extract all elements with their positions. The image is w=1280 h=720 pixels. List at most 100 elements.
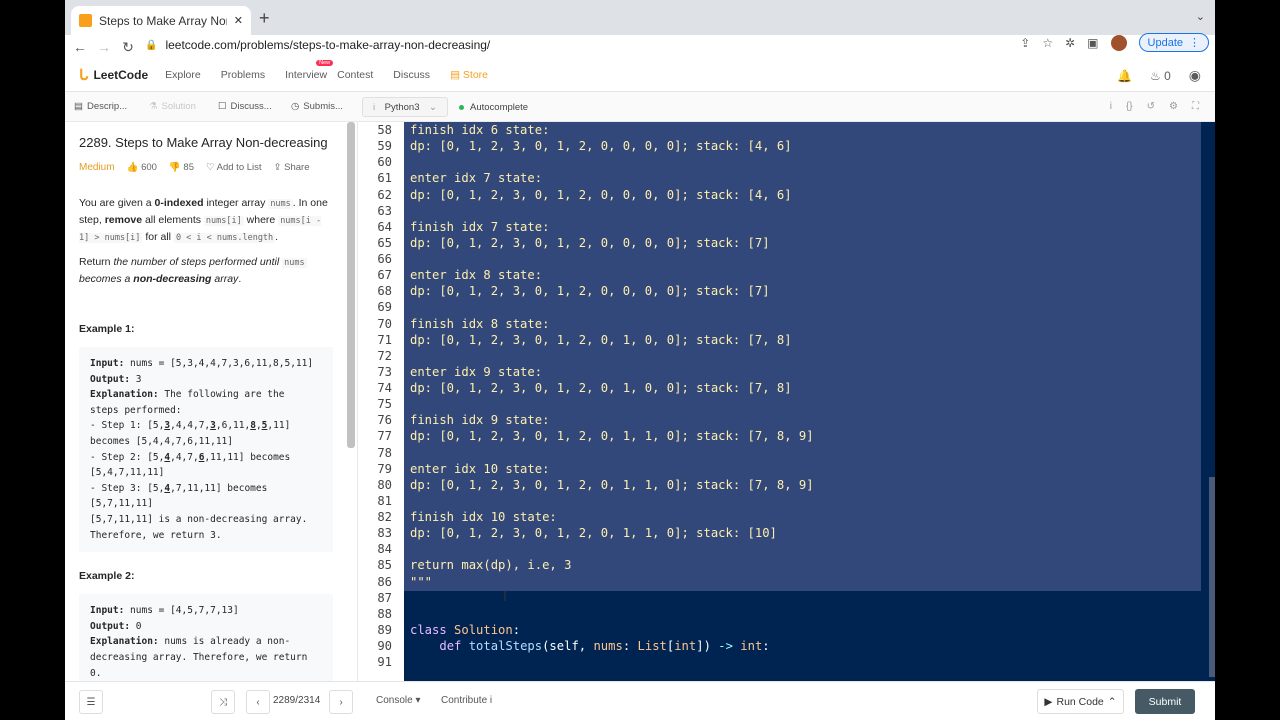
tab-solution[interactable]: ⚗ Solution	[149, 101, 196, 112]
notification-bell-icon[interactable]: 🔔	[1117, 69, 1132, 83]
code-editor[interactable]: 58 59 60 61 62 63 64 65 66 67 68 69 70 71 72 73 74 75 76 77…	[362, 122, 1215, 681]
random-problem-button[interactable]: ⤨	[211, 690, 235, 714]
braces-icon[interactable]: {}	[1126, 101, 1133, 112]
tab-discuss[interactable]: ☐ Discuss...	[218, 101, 272, 112]
contribute-link[interactable]: Contribute i	[441, 695, 492, 706]
line-number: 89	[377, 622, 392, 637]
browser-toolbar: ← → ↻ 🔒 leetcode.com/problems/steps-to-m…	[65, 33, 1215, 59]
settings-icon[interactable]: ⚙	[1169, 101, 1178, 112]
prev-problem-button[interactable]: ‹	[246, 690, 270, 714]
problem-title: 2289. Steps to Make Array Non-decreasing	[79, 135, 328, 150]
nav-discuss[interactable]: Discuss	[393, 69, 430, 81]
info-icon[interactable]: i	[1110, 101, 1112, 112]
fullscreen-icon[interactable]: ⛶	[1192, 101, 1199, 112]
nav-interview[interactable]: Interview New	[285, 60, 334, 81]
address-bar[interactable]: 🔒 leetcode.com/problems/steps-to-make-ar…	[145, 34, 1025, 56]
line-number: 69	[377, 300, 392, 315]
tab-discuss-label: Discuss...	[230, 101, 272, 112]
text: The following are the	[158, 389, 285, 401]
language-select[interactable]: i Python3 ⌄	[362, 97, 448, 117]
browser-tab[interactable]: Steps to Make Array Non-decr ✕	[71, 6, 251, 35]
solution-icon: ⚗	[149, 101, 158, 112]
text-italic: the number of steps performed until	[113, 256, 283, 268]
code-token: :	[762, 639, 770, 653]
line-number: 75	[377, 397, 392, 412]
text: - Step 1: [5,	[90, 420, 165, 432]
dislike-button[interactable]: 👎 85	[169, 162, 194, 173]
console-toggle[interactable]: Console ▾	[376, 695, 421, 706]
text-italic: array	[211, 273, 239, 285]
code-token: Solution	[454, 622, 513, 637]
profile-avatar[interactable]	[1110, 34, 1127, 51]
code-token: (self,	[542, 639, 594, 653]
update-button[interactable]: Update ⋮	[1138, 33, 1209, 52]
share-page-icon[interactable]: ⇪	[1020, 36, 1030, 50]
line-number: 73	[377, 364, 392, 379]
code-line: class Solution:	[410, 622, 814, 638]
user-account-icon[interactable]: ◉	[1189, 67, 1201, 84]
new-tab-button[interactable]: +	[259, 8, 270, 29]
line-number: 61	[377, 171, 392, 186]
code-line: enter idx 8 state:	[410, 268, 543, 283]
nav-explore[interactable]: Explore	[165, 69, 201, 81]
tab-submissions[interactable]: ◷ Submis...	[291, 101, 343, 112]
add-to-list-button[interactable]: ♡ Add to List	[206, 162, 262, 173]
nav-interview-label: Interview	[285, 69, 328, 81]
line-number: 78	[377, 445, 392, 460]
panel-resize-handle[interactable]	[357, 122, 358, 681]
problem-list-button[interactable]: ☰	[79, 690, 103, 714]
fire-count: 0	[1164, 68, 1171, 83]
nav-problems[interactable]: Problems	[221, 69, 265, 81]
tab-strip: Steps to Make Array Non-decr ✕ + ⌄	[65, 0, 1215, 35]
example-1-block: Input: nums = [5,3,4,4,7,3,6,11,8,5,11] …	[79, 347, 333, 553]
code-line: dp: [0, 1, 2, 3, 0, 1, 2, 0, 0, 0, 0]; s…	[410, 235, 770, 250]
text: - Step 2: [5,	[90, 451, 165, 463]
line-number: 64	[377, 219, 392, 234]
text: becomes [5,4,4,7,6,11,11]	[90, 435, 233, 447]
forward-icon[interactable]: →	[92, 39, 116, 55]
back-icon[interactable]: ←	[68, 39, 92, 55]
tab-description[interactable]: ▤ Descrip...	[74, 101, 127, 112]
url-text: leetcode.com/problems/steps-to-make-arra…	[165, 38, 491, 52]
problem-scrollbar[interactable]	[347, 122, 355, 448]
submit-button[interactable]: Submit	[1135, 689, 1195, 714]
leetcode-logo[interactable]: ᒐ LeetCode	[79, 66, 148, 84]
close-tab-icon[interactable]: ✕	[234, 14, 243, 27]
sidebar-icon[interactable]: ▣	[1087, 36, 1098, 50]
reload-icon[interactable]: ↻	[116, 39, 140, 56]
code-token: ])	[696, 639, 719, 653]
next-problem-button[interactable]: ›	[329, 690, 353, 714]
chevron-down-icon[interactable]: ⌄	[1196, 10, 1205, 23]
code-token: ->	[718, 639, 733, 653]
share-button[interactable]: ⇪ Share	[274, 162, 310, 173]
editor-scrollbar[interactable]	[1209, 477, 1215, 677]
brand-name: LeetCode	[93, 68, 149, 82]
like-button[interactable]: 👍 600	[127, 162, 157, 173]
line-number: 83	[377, 526, 392, 541]
nav-contest[interactable]: Contest	[337, 69, 373, 81]
code-line: def totalSteps(self, nums: List[int]) ->…	[410, 638, 814, 654]
reset-icon[interactable]: ↺	[1147, 101, 1155, 112]
autocomplete-toggle[interactable]: Autocomplete	[459, 102, 528, 113]
line-number: 67	[377, 268, 392, 283]
line-number: 88	[377, 606, 392, 621]
code-lines[interactable]: finish idx 6 state: dp: [0, 1, 2, 3, 0, 1…	[410, 122, 814, 670]
code-token: :	[512, 622, 521, 637]
label: Input:	[90, 358, 125, 369]
run-code-button[interactable]: ▶ Run Code ⌃	[1037, 689, 1124, 714]
code-line: finish idx 7 state:	[410, 219, 550, 234]
bookmark-star-icon[interactable]: ☆	[1042, 36, 1053, 50]
extensions-icon[interactable]: ✲	[1065, 36, 1075, 50]
example-2-title: Example 2:	[79, 570, 135, 583]
description-icon: ▤	[74, 101, 83, 112]
line-number: 68	[377, 284, 392, 299]
nav-store[interactable]: ▤ Store	[450, 69, 488, 81]
shuffle-icon: ⤨	[219, 696, 227, 708]
text: nums is already a non-	[158, 636, 291, 648]
fire-streak[interactable]: ♨ 0	[1150, 69, 1171, 83]
